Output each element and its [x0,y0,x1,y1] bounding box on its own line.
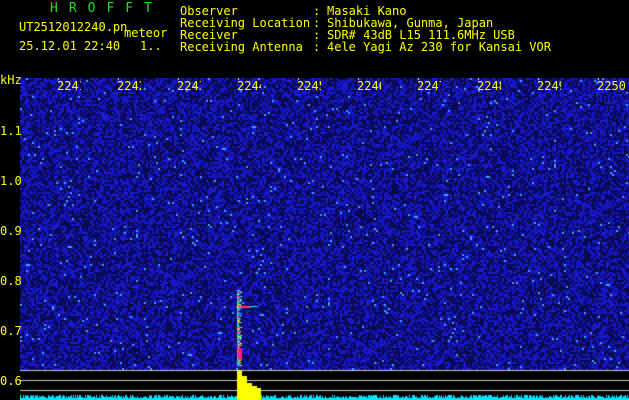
datetime: 25.12.01 22:40 [19,39,121,53]
time-tick-label: 2241 [57,80,81,92]
y-tick-label: 1.1 [0,124,22,138]
field-value: 4ele Yagi Az 230 for Kansai VOR [327,40,551,54]
y-tick-label: 1.0 [0,174,22,188]
time-tick-label: 2249 [537,80,561,92]
count: 1.. [140,39,162,53]
app-title: HROFFT [50,1,163,16]
y-unit: kHz [0,73,22,87]
time-tick-label: 2250 [597,80,626,92]
y-tick-label: 0.9 [0,224,22,238]
y-tick-label: 0.8 [0,274,22,288]
filename: UT2512012240.pn [19,20,128,34]
time-tick-label: 2242 [117,80,141,92]
field-label: Receiving Antenna [180,40,303,54]
time-tick-label: 2247 [417,80,441,92]
time-tick-label: 2248 [477,80,501,92]
time-tick-label: 2243 [177,80,201,92]
field-separator: : [313,40,321,54]
mode-label: meteor [124,26,168,40]
y-tick-label: 0.7 [0,324,22,338]
y-tick-label: 0.6 [0,374,22,388]
time-tick-label: 2246 [357,80,381,92]
time-tick-label: 2244 [237,80,261,92]
time-tick-label: 2245 [297,80,321,92]
waterfall-spectrogram [20,78,629,400]
